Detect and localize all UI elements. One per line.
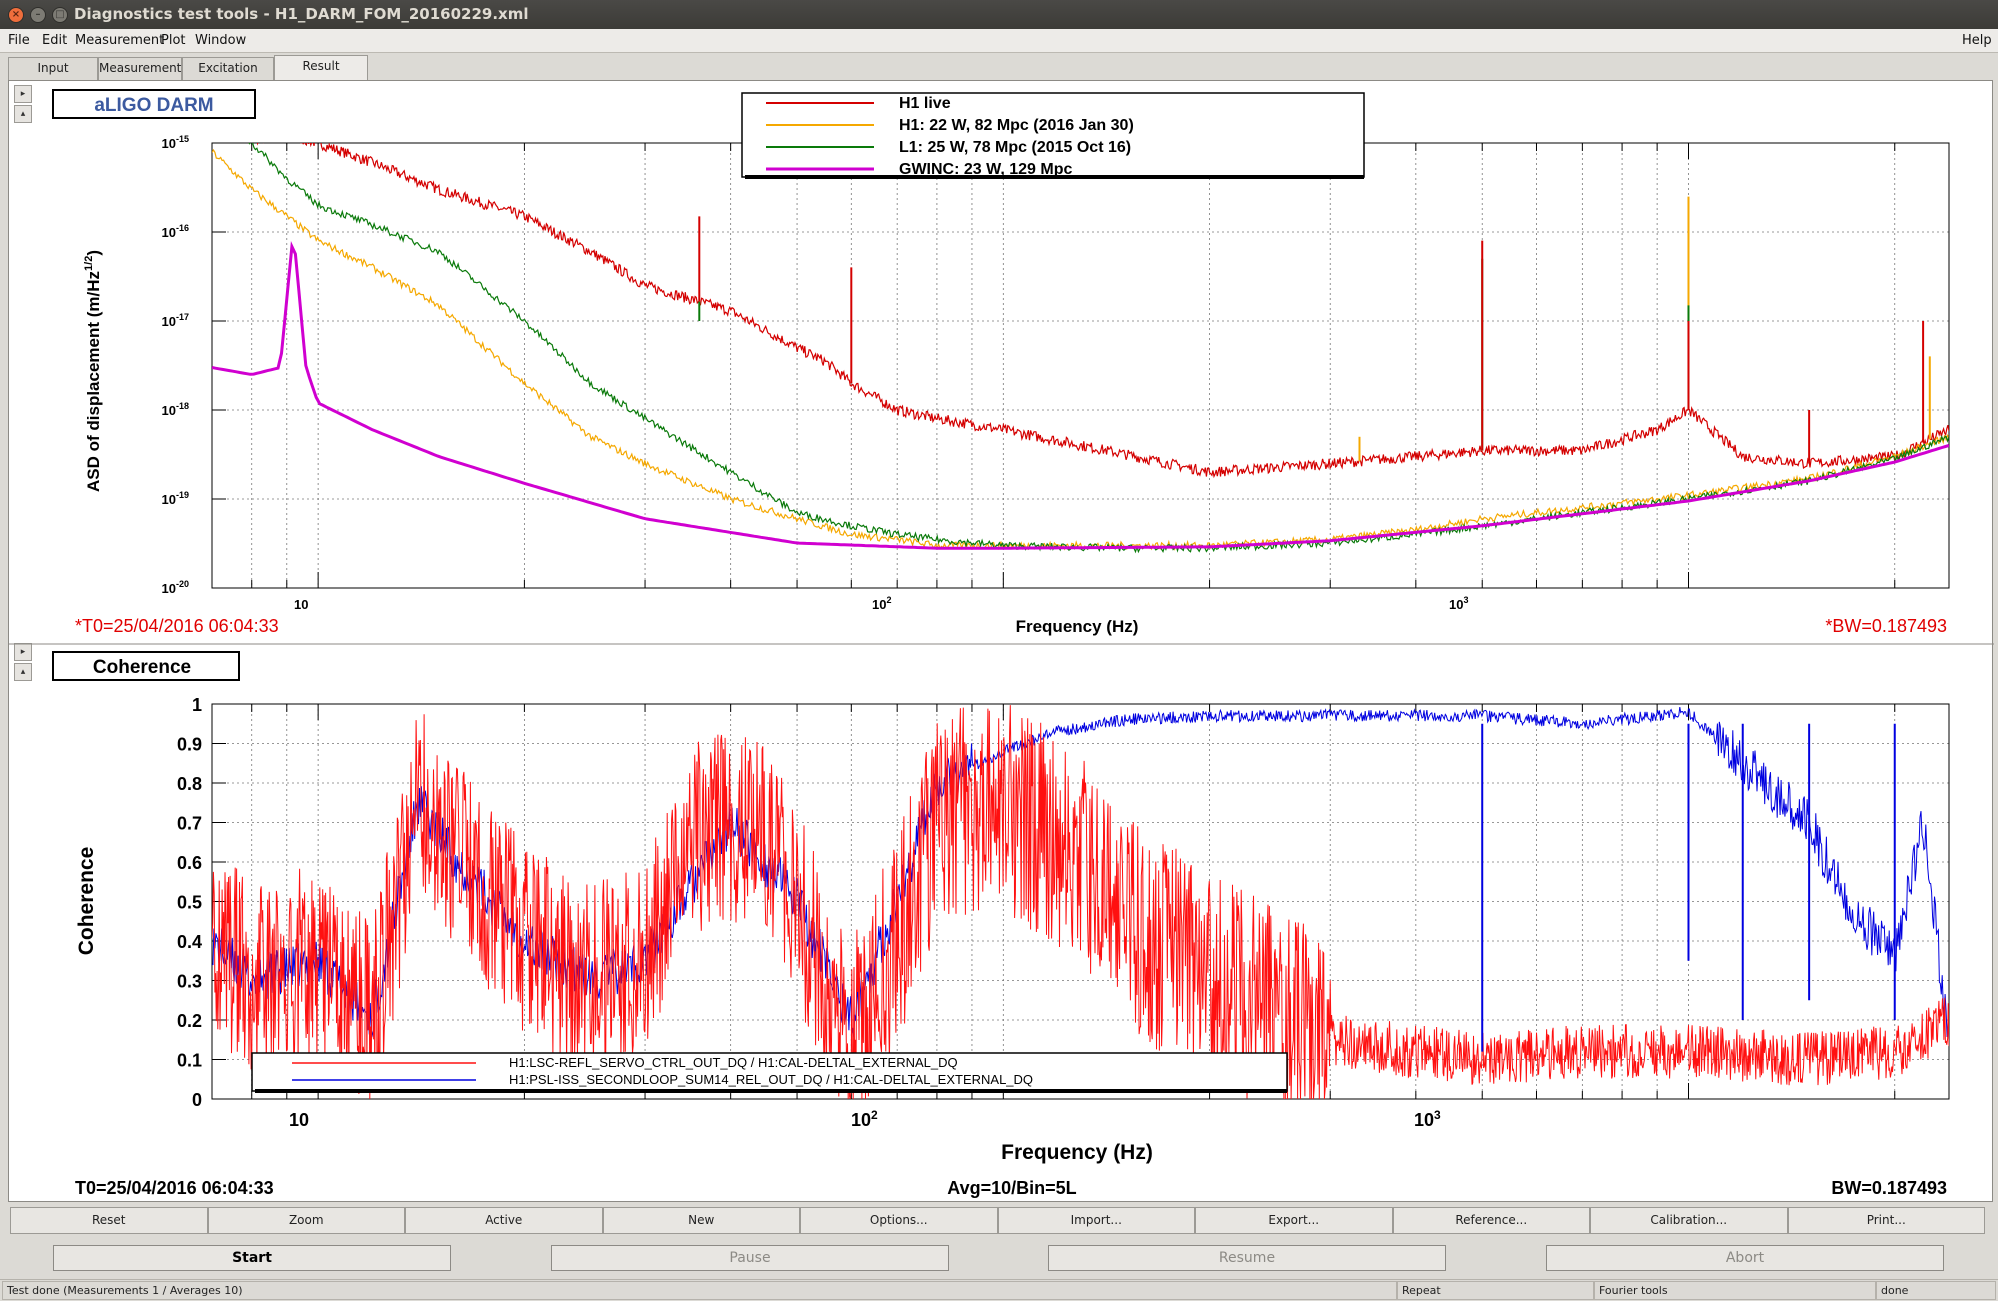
- options-button[interactable]: Options...: [800, 1207, 998, 1234]
- plot2-title: Coherence: [93, 657, 191, 678]
- y-tick-label: 10-17: [162, 312, 189, 329]
- y-tick-label: 0.7: [177, 814, 202, 834]
- plot1-x-axis-label: Frequency (Hz): [1016, 617, 1139, 636]
- y-tick-label: 10-18: [162, 401, 189, 418]
- status-repeat: Repeat: [1397, 1281, 1594, 1300]
- status-message: Test done (Measurements 1 / Averages 10): [2, 1281, 1397, 1300]
- x-tick-label: 10: [294, 597, 308, 612]
- legend-entry: H1:LSC-REFL_SERVO_CTRL_OUT_DQ / H1:CAL-D…: [509, 1055, 958, 1070]
- plot1-traces: [212, 143, 1949, 554]
- active-button[interactable]: Active: [405, 1207, 603, 1234]
- plot1-y-axis-label: ASD of displacement (m/Hz1/2): [83, 250, 103, 492]
- abort-button[interactable]: Abort: [1546, 1245, 1944, 1271]
- plot1-title: aLIGO DARM: [94, 95, 213, 116]
- y-tick-label: 0.3: [177, 972, 202, 992]
- plot2-x-tick-labels: 10 102 103: [289, 1108, 1441, 1130]
- menu-bar: File Edit Measurement Plot Window Help: [0, 29, 1998, 53]
- pause-button[interactable]: Pause: [551, 1245, 949, 1271]
- x-tick-label: 103: [1449, 595, 1468, 612]
- y-tick-label: 0.9: [177, 735, 202, 755]
- tab-measurement[interactable]: Measurement: [98, 57, 182, 80]
- legend-entry: H1 live: [899, 95, 951, 112]
- plot1-t0-label: *T0=25/04/2016 06:04:33: [75, 616, 279, 636]
- close-window-button[interactable]: ×: [8, 7, 24, 23]
- y-tick-label: 10-19: [162, 490, 189, 507]
- status-bar: Test done (Measurements 1 / Averages 10)…: [0, 1279, 1998, 1301]
- y-tick-label: 0.5: [177, 893, 202, 913]
- plot2-traces: [212, 705, 1949, 1099]
- x-tick-label: 102: [872, 595, 891, 612]
- menu-window[interactable]: Window: [195, 33, 246, 48]
- legend-entry: H1: 22 W, 82 Mpc (2016 Jan 30): [899, 117, 1134, 134]
- menu-edit[interactable]: Edit: [42, 33, 67, 48]
- y-tick-label: 0.1: [177, 1051, 202, 1071]
- zoom-button[interactable]: Zoom: [207, 1207, 405, 1234]
- calibration-button[interactable]: Calibration...: [1590, 1207, 1788, 1234]
- reset-button[interactable]: Reset: [10, 1207, 208, 1234]
- legend-entry: GWINC: 23 W, 129 Mpc: [899, 161, 1072, 178]
- maximize-window-button[interactable]: □: [52, 7, 68, 23]
- resume-button[interactable]: Resume: [1048, 1245, 1446, 1271]
- plot2-avg-label: Avg=10/Bin=5L: [947, 1178, 1076, 1198]
- legend-entry: L1: 25 W, 78 Mpc (2015 Oct 16): [899, 139, 1131, 156]
- y-tick-label: 10-16: [162, 223, 189, 240]
- y-tick-label: 10-15: [162, 134, 189, 151]
- y-tick-label: 0.6: [177, 853, 202, 873]
- legend-entry: H1:PSL-ISS_SECONDLOOP_SUM14_REL_OUT_DQ /…: [509, 1072, 1033, 1087]
- plot2-bw-label: BW=0.187493: [1831, 1178, 1947, 1198]
- export-button[interactable]: Export...: [1195, 1207, 1393, 1234]
- y-tick-label: 0.8: [177, 774, 202, 794]
- menu-file[interactable]: File: [8, 33, 30, 48]
- y-tick-label: 0.4: [177, 932, 202, 952]
- y-tick-label: 1: [192, 695, 202, 715]
- plot1-legend: H1 live H1: 22 W, 82 Mpc (2016 Jan 30) L…: [741, 92, 1365, 179]
- minimize-window-button[interactable]: –: [30, 7, 46, 23]
- x-tick-label: 103: [1414, 1108, 1441, 1130]
- plot1-axis-ticks: [211, 143, 1896, 588]
- menu-help[interactable]: Help: [1962, 33, 1992, 48]
- print-button[interactable]: Print...: [1787, 1207, 1985, 1234]
- plot-canvas[interactable]: 10-15 10-16 10-17 10-18 10-19 10-20 10 1…: [9, 81, 1994, 1203]
- menu-measurement[interactable]: Measurement: [75, 33, 164, 48]
- plot2-y-axis-label: Coherence: [75, 847, 98, 956]
- tab-input[interactable]: Input: [8, 57, 98, 80]
- result-panel: ▸ ▴ ▸ ▴ 10-15 10-16 10-17 10-18 10-19 10…: [8, 80, 1994, 1203]
- y-tick-label: 10-20: [162, 579, 189, 596]
- plot2-y-tick-labels: 1 0.9 0.8 0.7 0.6 0.5 0.4 0.3 0.2 0.1 0: [177, 695, 202, 1110]
- plot1-y-tick-labels: 10-15 10-16 10-17 10-18 10-19 10-20: [162, 134, 189, 596]
- tab-excitation[interactable]: Excitation: [182, 57, 274, 80]
- new-button[interactable]: New: [602, 1207, 800, 1234]
- plot2-legend: H1:LSC-REFL_SERVO_CTRL_OUT_DQ / H1:CAL-D…: [251, 1052, 1288, 1093]
- plot2-t0-label: T0=25/04/2016 06:04:33: [75, 1178, 274, 1198]
- menu-plot[interactable]: Plot: [161, 33, 186, 48]
- window-titlebar: × – □ Diagnostics test tools - H1_DARM_F…: [0, 0, 1998, 29]
- y-tick-label: 0: [192, 1090, 202, 1110]
- status-tools: Fourier tools: [1594, 1281, 1876, 1300]
- start-button[interactable]: Start: [53, 1245, 451, 1271]
- reference-button[interactable]: Reference...: [1392, 1207, 1590, 1234]
- window-title: Diagnostics test tools - H1_DARM_FOM_201…: [74, 5, 529, 23]
- measurement-controls: Start Pause Resume Abort: [0, 1245, 1998, 1275]
- status-state: done: [1876, 1281, 1996, 1300]
- y-tick-label: 0.2: [177, 1011, 202, 1031]
- plot1-x-tick-labels: 10 102 103: [294, 595, 1468, 612]
- tab-bar: Input Measurement Excitation Result: [0, 54, 1998, 80]
- import-button[interactable]: Import...: [997, 1207, 1195, 1234]
- tab-result[interactable]: Result: [274, 55, 368, 80]
- plot-button-row: Reset Zoom Active New Options... Import.…: [10, 1207, 1985, 1234]
- plot1-bw-label: *BW=0.187493: [1825, 616, 1947, 636]
- plot2-x-axis-label: Frequency (Hz): [1001, 1141, 1153, 1164]
- x-tick-label: 10: [289, 1110, 309, 1130]
- x-tick-label: 102: [851, 1108, 878, 1130]
